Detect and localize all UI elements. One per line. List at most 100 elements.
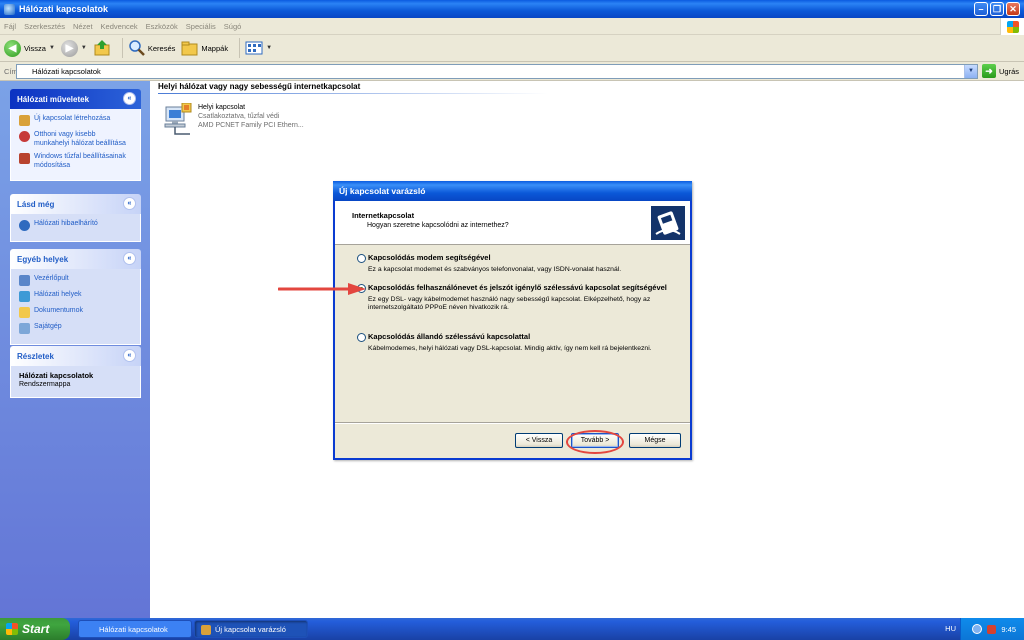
home-network-icon — [19, 131, 30, 142]
menu-bar: Fájl Szerkesztés Nézet Kedvencek Eszközö… — [0, 18, 1024, 35]
task-new-connection[interactable]: Új kapcsolat létrehozása — [19, 114, 132, 126]
details-body: Hálózati kapcsolatok Rendszermappa — [10, 366, 141, 398]
see-also-body: Hálózati hibaelhárító — [10, 214, 141, 242]
address-input[interactable]: Hálózati kapcsolatok ▼ — [16, 64, 978, 79]
other-places-panel: Egyéb helyek « Vezérlőpult Hálózati hely… — [10, 249, 141, 345]
cancel-button[interactable]: Mégse — [629, 433, 681, 448]
details-header[interactable]: Részletek « — [10, 346, 141, 366]
chevron-down-icon[interactable]: ▼ — [266, 45, 272, 51]
forward-arrow-icon: ▶ — [60, 39, 78, 57]
connection-name: Helyi kapcsolat — [198, 104, 246, 111]
place-network-places[interactable]: Hálózati helyek — [19, 290, 132, 302]
up-folder-button[interactable] — [93, 39, 111, 57]
security-alert-icon[interactable] — [987, 624, 997, 634]
views-button[interactable]: ▼ — [245, 40, 272, 56]
local-connection-item[interactable]: Helyi kapcsolat Csatlakoztatva, tűzfal v… — [160, 102, 304, 137]
see-also-header[interactable]: Lásd még « — [10, 194, 141, 214]
search-button[interactable]: Keresés — [128, 39, 176, 57]
option-broadband-login[interactable]: Kapcsolódás felhasználónevet és jelszót … — [357, 283, 678, 313]
place-my-computer[interactable]: Sajátgép — [19, 322, 132, 334]
menu-advanced[interactable]: Speciális — [186, 22, 216, 31]
go-button[interactable]: ➜ Ugrás — [982, 64, 1019, 78]
menu-view[interactable]: Nézet — [73, 22, 93, 31]
radio-modem[interactable] — [357, 254, 366, 263]
place-label: Hálózati helyek — [34, 291, 82, 298]
taskbar-network-connections[interactable]: Hálózati kapcsolatok — [78, 620, 192, 638]
window-titlebar: Hálózati kapcsolatok – ❐ ✕ — [0, 0, 1024, 18]
collapse-icon[interactable]: « — [123, 252, 136, 265]
connection-device: AMD PCNET Family PCI Ethern... — [198, 122, 304, 130]
option-modem-desc: Ez a kapcsolat modemet és szabványos tel… — [368, 265, 622, 273]
collapse-icon[interactable]: « — [123, 197, 136, 210]
menu-tools[interactable]: Eszközök — [146, 22, 178, 31]
folder-icon — [181, 41, 198, 56]
connection-status: Csatlakoztatva, tűzfal védi — [198, 113, 280, 121]
wizard-heading: Internetkapcsolat — [352, 211, 415, 220]
folders-button[interactable]: Mappák — [181, 39, 228, 57]
language-indicator[interactable]: HU — [945, 624, 956, 633]
folders-label: Mappák — [201, 43, 229, 53]
menu-file[interactable]: Fájl — [4, 22, 16, 31]
task-label: Otthoni vagy kisebb munkahelyi hálózat b… — [34, 131, 126, 148]
menu-help[interactable]: Súgó — [224, 22, 242, 31]
wizard-header: Internetkapcsolat Hogyan szeretne kapcso… — [335, 201, 690, 245]
task-label: Windows tűzfal beállításainak módosítása — [34, 153, 126, 170]
network-tasks-panel: Hálózati műveletek « Új kapcsolat létreh… — [10, 89, 141, 182]
system-tray: 9:45 — [960, 618, 1024, 640]
option-always-on[interactable]: Kapcsolódás állandó szélessávú kapcsolat… — [357, 332, 678, 353]
option-always-on-desc: Kábelmodemes, helyi hálózati vagy DSL-ka… — [368, 344, 652, 352]
back-wizard-button[interactable]: < Vissza — [515, 433, 563, 448]
collapse-icon[interactable]: « — [123, 349, 136, 362]
documents-folder-icon — [19, 307, 30, 318]
network-tasks-title: Hálózati műveletek — [17, 94, 90, 104]
search-label: Keresés — [147, 43, 176, 53]
task-firewall-settings[interactable]: Windows tűzfal beállításainak módosítása — [19, 152, 132, 170]
folder-up-icon — [94, 40, 110, 56]
forward-button[interactable]: ▶ ▼ — [60, 39, 87, 57]
go-arrow-icon: ➜ — [982, 64, 996, 78]
back-button[interactable]: ◀ Vissza ▼ — [4, 39, 55, 57]
close-button[interactable]: ✕ — [1006, 2, 1020, 16]
option-broadband-login-desc: Ez egy DSL- vagy kábelmodemet használó n… — [368, 295, 651, 312]
other-places-header[interactable]: Egyéb helyek « — [10, 249, 141, 269]
details-panel: Részletek « Hálózati kapcsolatok Rendsze… — [10, 346, 141, 398]
chevron-down-icon[interactable]: ▼ — [964, 65, 977, 78]
place-label: Vezérlőpult — [34, 275, 69, 282]
maximize-button[interactable]: ❐ — [990, 2, 1004, 16]
radio-always-on[interactable] — [357, 333, 366, 342]
place-control-panel[interactable]: Vezérlőpult — [19, 274, 132, 286]
option-modem[interactable]: Kapcsolódás modem segítségével Ez a kapc… — [357, 253, 678, 274]
collapse-icon[interactable]: « — [123, 92, 136, 105]
place-documents[interactable]: Dokumentumok — [19, 306, 132, 318]
group-title: Helyi hálózat vagy nagy sebességű intern… — [158, 82, 361, 91]
menu-favorites[interactable]: Kedvencek — [101, 22, 138, 31]
other-places-body: Vezérlőpult Hálózati helyek Dokumentumok… — [10, 269, 141, 345]
task-troubleshooter[interactable]: Hálózati hibaelhárító — [19, 219, 132, 231]
window-controls: – ❐ ✕ — [974, 2, 1020, 16]
option-always-on-label: Kapcsolódás állandó szélessávú kapcsolat… — [368, 332, 531, 341]
wizard-icon — [201, 624, 211, 635]
network-tasks-header[interactable]: Hálózati műveletek « — [10, 89, 141, 109]
start-label: Start — [22, 622, 50, 636]
chevron-down-icon[interactable]: ▼ — [81, 45, 87, 51]
windows-flag-icon — [6, 623, 18, 635]
start-button[interactable]: Start — [0, 618, 70, 640]
task-label: Hálózati hibaelhárító — [34, 220, 98, 227]
taskbar-item-label: Hálózati kapcsolatok — [99, 624, 168, 634]
network-places-icon — [19, 291, 30, 302]
task-pane: Hálózati műveletek « Új kapcsolat létreh… — [0, 81, 150, 618]
menu-edit[interactable]: Szerkesztés — [24, 22, 65, 31]
network-tasks-body: Új kapcsolat létrehozása Otthoni vagy ki… — [10, 109, 141, 182]
place-label: Dokumentumok — [34, 307, 84, 314]
network-tray-icon[interactable] — [972, 624, 983, 634]
task-label: Új kapcsolat létrehozása — [34, 115, 111, 122]
place-label: Sajátgép — [34, 323, 62, 330]
toolbar-separator — [239, 38, 241, 58]
address-value: Hálózati kapcsolatok — [32, 67, 101, 76]
task-home-network[interactable]: Otthoni vagy kisebb munkahelyi hálózat b… — [19, 130, 132, 148]
group-divider — [158, 93, 548, 94]
chevron-down-icon[interactable]: ▼ — [49, 45, 55, 51]
taskbar-wizard[interactable]: Új kapcsolat varázsló — [194, 620, 308, 638]
annotation-arrow — [278, 283, 366, 295]
minimize-button[interactable]: – — [974, 2, 988, 16]
